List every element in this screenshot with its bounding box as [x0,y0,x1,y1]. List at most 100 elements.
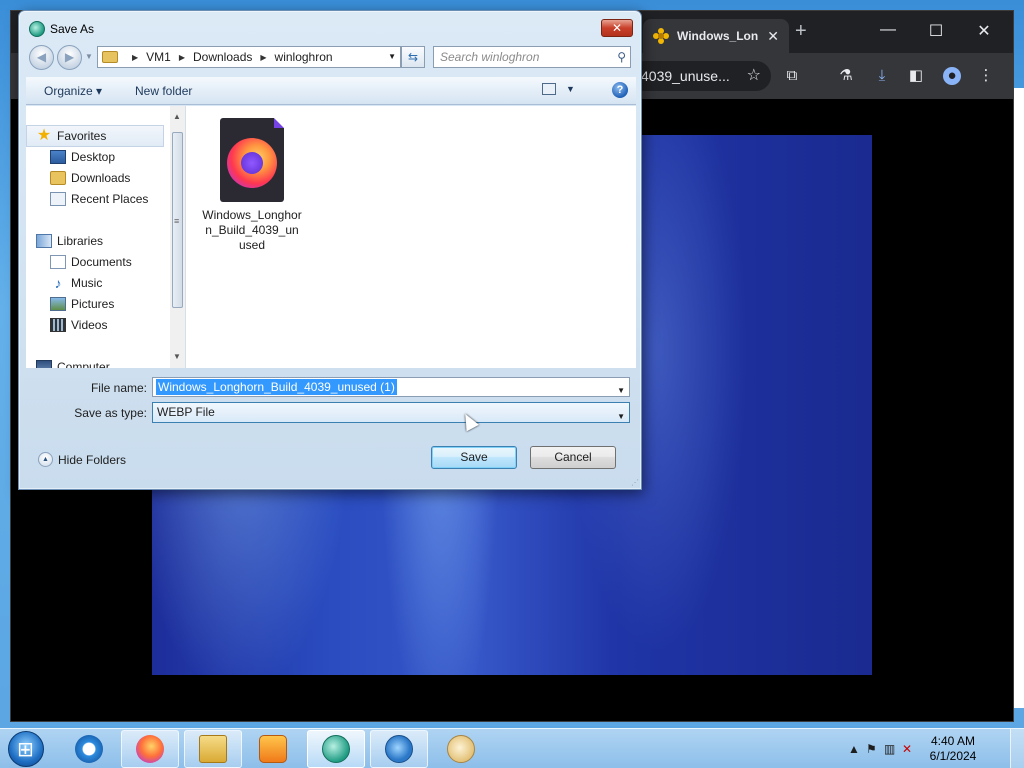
taskbar-explorer[interactable] [184,730,242,768]
search-input[interactable]: Search winloghron ⚲ [433,46,631,68]
file-name-label: Windows_Longhorn_Build_4039_unused [202,208,302,252]
nav-label: Downloads [71,171,131,185]
pictures-icon [50,297,66,311]
chevron-right-icon[interactable]: ▶ [179,53,185,62]
chevron-up-icon: ▲ [38,452,53,467]
tab-title: Windows_Lon [677,29,759,43]
scroll-up-icon[interactable]: ▲ [173,112,181,121]
dialog-close-button[interactable]: ✕ [601,19,633,37]
folder-icon [102,51,118,63]
side-panel-icon[interactable]: ◧ [907,67,925,85]
notification-area: ▲ ⚑ ▥ ✕ 4:40 AM 6/1/2024 [834,729,1024,768]
help-icon[interactable]: ? [612,82,628,98]
nav-label: Desktop [71,150,116,164]
show-hidden-icons-icon[interactable]: ▲ [848,742,860,756]
taskbar-app[interactable] [307,730,365,768]
breadcrumb-item[interactable]: winloghron [275,50,333,64]
browser-tab[interactable]: Windows_Lon ✕ [643,19,789,53]
download-manager-icon [385,735,413,763]
computer-icon [36,360,52,368]
nav-label: Recent Places [71,192,149,206]
refresh-button[interactable]: ⇆ [401,46,425,68]
breadcrumb[interactable]: ▶ VM1 ▶ Downloads ▶ winloghron ▼ [97,46,401,68]
app-icon [29,21,45,37]
volume-muted-icon[interactable]: ✕ [902,742,912,756]
file-name-label-text: File name: [90,381,147,395]
new-folder-button[interactable]: New folder [135,84,192,98]
breadcrumb-item[interactable]: Downloads [193,50,252,64]
minimize-button[interactable]: — [865,21,911,39]
save-button[interactable]: Save [431,446,517,469]
taskbar-paint[interactable] [432,730,490,768]
download-icon[interactable]: ⤓ [873,67,891,85]
save-type-select[interactable]: WEBP File ▼ [152,402,630,423]
profile-icon[interactable]: ● [943,67,961,85]
extensions-icon[interactable]: ⧉ [783,67,801,85]
organize-button[interactable]: Organize ▾ [44,84,102,98]
documents-icon [50,255,66,269]
firefox-document-icon [220,118,284,202]
taskbar-download-manager[interactable] [370,730,428,768]
tab-close-icon[interactable]: ✕ [767,28,779,45]
nav-scrollbar[interactable]: ▲ ≡ ▼ [170,106,185,368]
search-icon[interactable]: ⚲ [617,47,626,67]
dialog-title-text: Save As [50,22,95,36]
scroll-down-icon[interactable]: ▼ [173,352,181,361]
nav-libraries[interactable]: Libraries [36,234,103,248]
hide-folders-button[interactable]: ▲ Hide Folders [38,452,126,467]
save-as-dialog: Save As ✕ ◀ ▶ ▼ ▶ VM1 ▶ Downloads ▶ winl… [18,10,642,490]
chevron-down-icon[interactable]: ▼ [617,407,625,426]
file-name-field[interactable]: Windows_Longhorn_Build_4039_unused (1) ▼ [152,377,630,397]
menu-icon[interactable]: ⋮ [977,67,995,85]
clock[interactable]: 4:40 AM 6/1/2024 [918,734,988,764]
clock-date: 6/1/2024 [929,749,977,763]
breadcrumb-item[interactable]: VM1 [146,50,171,64]
chevron-down-icon[interactable]: ▼ [388,52,396,61]
taskbar-internet-explorer[interactable] [60,730,118,768]
nav-label: Music [71,276,103,290]
nav-label: Favorites [57,129,107,143]
nav-computer[interactable]: Computer [36,360,110,368]
downloads-folder-icon [50,171,66,185]
nav-favorites[interactable]: ★ Favorites [36,127,107,144]
chevron-down-icon[interactable]: ▼ [617,382,625,400]
star-icon: ★ [36,127,52,144]
firefox-logo-icon [227,138,277,188]
nav-music[interactable]: ♪ Music [50,276,103,290]
chevron-right-icon[interactable]: ▶ [132,53,138,62]
file-list: Windows_Longhorn_Build_4039_unused [186,106,636,368]
videos-icon [50,318,66,332]
cancel-button[interactable]: Cancel [530,446,616,469]
show-desktop-button[interactable] [1010,729,1024,768]
view-icon[interactable] [542,83,556,95]
start-button[interactable] [8,731,44,767]
desktop-icon [50,150,66,164]
paint-icon [447,735,475,763]
clock-time: 4:40 AM [930,734,976,748]
labs-icon[interactable]: ⚗ [837,67,855,85]
network-icon[interactable]: ▥ [884,742,895,756]
view-dropdown-icon[interactable]: ▼ [566,84,575,94]
action-center-flag-icon[interactable]: ⚑ [866,742,877,756]
nav-desktop[interactable]: Desktop [50,150,115,164]
recent-pages-dropdown[interactable]: ▼ [85,52,93,61]
resize-grip-icon[interactable]: ⋰ [631,478,639,487]
nav-recent-places[interactable]: Recent Places [50,192,148,206]
taskbar-media-player[interactable] [244,730,302,768]
maximize-button[interactable]: ☐ [913,21,959,41]
nav-label: Computer [57,360,110,368]
nav-pictures[interactable]: Pictures [50,297,114,311]
back-button[interactable]: ◀ [29,45,54,70]
forward-button[interactable]: ▶ [57,45,82,70]
save-type-label-text: Save as type: [74,406,147,420]
chevron-right-icon[interactable]: ▶ [260,53,266,62]
new-tab-button[interactable]: + [795,21,807,41]
nav-downloads[interactable]: Downloads [50,171,130,185]
bookmark-star-icon[interactable]: ☆ [747,61,761,91]
hide-folders-label: Hide Folders [58,452,127,467]
nav-videos[interactable]: Videos [50,318,107,332]
nav-documents[interactable]: Documents [50,255,132,269]
taskbar-firefox[interactable] [121,730,179,768]
list-item[interactable]: Windows_Longhorn_Build_4039_unused [202,118,302,253]
close-window-button[interactable]: ✕ [961,21,1007,41]
